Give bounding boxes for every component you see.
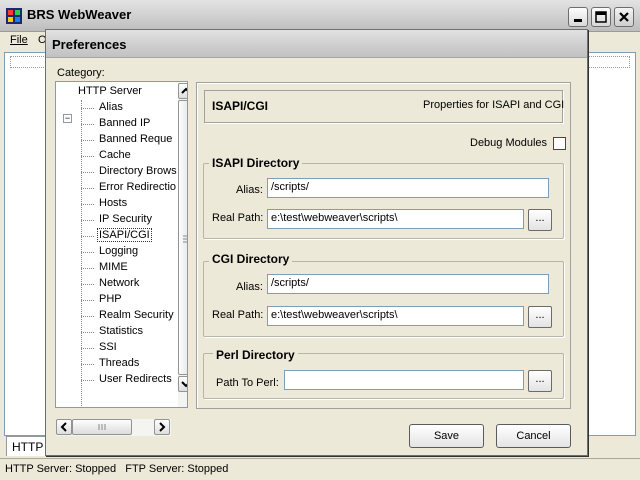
tree-item-label: PHP bbox=[99, 293, 122, 305]
tree-item-label: ISAPI/CGI bbox=[97, 228, 152, 242]
cgi-browse-button[interactable]: ... bbox=[528, 306, 552, 328]
debug-modules-checkbox[interactable] bbox=[553, 137, 566, 150]
tree-connector bbox=[81, 284, 94, 285]
tree-item-label: Realm Security bbox=[99, 309, 174, 321]
tree-connector bbox=[81, 364, 94, 365]
tree-connector bbox=[81, 172, 94, 173]
tree-connector bbox=[81, 316, 94, 317]
menu-file-label: File bbox=[10, 34, 28, 46]
tree-item-label: Cache bbox=[99, 149, 131, 161]
dialog-titlebar[interactable] bbox=[46, 30, 587, 58]
perl-path-input[interactable] bbox=[284, 370, 524, 390]
minimize-icon bbox=[574, 19, 582, 22]
tree-item-label: Logging bbox=[99, 245, 139, 257]
grip-icon bbox=[183, 235, 187, 243]
category-tree[interactable]: − HTTP Server Alias Banned IP Banned Reque… bbox=[55, 81, 188, 408]
tree-connector bbox=[81, 124, 94, 125]
tree-connector bbox=[81, 252, 94, 253]
isapi-alias-input[interactable]: /scripts/ bbox=[267, 178, 549, 198]
cgi-real-path-label: Real Path: bbox=[212, 309, 264, 321]
tree-item-label: Directory Brows bbox=[99, 165, 177, 177]
perl-path-label: Path To Perl: bbox=[216, 377, 279, 389]
tree-connector bbox=[81, 268, 94, 269]
save-button[interactable]: Save bbox=[409, 424, 484, 448]
tree-connector bbox=[81, 348, 94, 349]
scroll-left-icon bbox=[60, 422, 67, 432]
isapi-real-path-input[interactable]: e:\test\webweaver\scripts\ bbox=[267, 209, 524, 229]
tree-item-label: SSI bbox=[99, 341, 117, 353]
tree-connector bbox=[81, 156, 94, 157]
cgi-directory-title: CGI Directory bbox=[209, 252, 293, 266]
debug-modules-label: Debug Modules bbox=[470, 137, 548, 149]
isapi-directory-title: ISAPI Directory bbox=[209, 156, 303, 170]
scroll-left-button[interactable] bbox=[56, 419, 72, 435]
grip-icon bbox=[98, 424, 106, 430]
tree-item-label: Threads bbox=[99, 357, 140, 369]
tree-item-label: Alias bbox=[99, 101, 123, 113]
tree-connector bbox=[81, 300, 94, 301]
tree-connector bbox=[81, 220, 94, 221]
main-tab-http[interactable]: HTTP bbox=[6, 436, 48, 456]
scroll-right-button[interactable] bbox=[154, 419, 170, 435]
tree-item-label: MIME bbox=[99, 261, 128, 273]
status-bar: HTTP Server: Stopped FTP Server: Stopped bbox=[0, 458, 640, 480]
tree-connector bbox=[81, 140, 94, 141]
tree-connector bbox=[81, 188, 94, 189]
scroll-up-button[interactable] bbox=[178, 83, 187, 99]
tree-vertical-scrollbar[interactable] bbox=[178, 83, 187, 407]
scroll-thumb[interactable] bbox=[178, 100, 187, 375]
tree-item-label: User Redirects bbox=[99, 373, 172, 385]
tree-connector bbox=[81, 332, 94, 333]
panel-header-title: ISAPI/CGI bbox=[212, 99, 269, 113]
preferences-dialog: Preferences Category: − HTTP Server Alia… bbox=[45, 29, 588, 456]
maximize-button[interactable] bbox=[591, 7, 611, 27]
scroll-down-button[interactable] bbox=[178, 376, 187, 392]
tree-horizontal-scrollbar[interactable] bbox=[56, 419, 171, 436]
isapi-alias-label: Alias: bbox=[236, 184, 263, 196]
cgi-real-path-input[interactable]: e:\test\webweaver\scripts\ bbox=[267, 306, 524, 326]
tree-connector bbox=[81, 236, 94, 237]
tree-root-label: HTTP Server bbox=[78, 85, 142, 97]
isapi-real-path-label: Real Path: bbox=[212, 212, 264, 224]
tree-item-label: Banned IP bbox=[99, 117, 151, 129]
perl-directory-title: Perl Directory bbox=[213, 348, 298, 362]
scroll-up-icon bbox=[181, 87, 187, 94]
menu-file[interactable]: File bbox=[10, 34, 28, 46]
cgi-alias-label: Alias: bbox=[236, 281, 263, 293]
perl-browse-button[interactable]: ... bbox=[528, 370, 552, 392]
tree-item-label: Banned Reque bbox=[99, 133, 173, 145]
scroll-down-icon bbox=[181, 381, 187, 388]
tree-connector bbox=[81, 204, 94, 205]
tree-connector bbox=[81, 380, 94, 381]
dialog-title: Preferences bbox=[52, 37, 127, 52]
tree-item-label: Network bbox=[99, 277, 140, 289]
close-icon bbox=[619, 12, 629, 22]
cancel-button[interactable]: Cancel bbox=[496, 424, 571, 448]
cgi-alias-input[interactable]: /scripts/ bbox=[267, 274, 549, 294]
tree-item-label: Statistics bbox=[99, 325, 144, 337]
category-label: Category: bbox=[57, 67, 105, 79]
close-button[interactable] bbox=[614, 7, 634, 27]
isapi-browse-button[interactable]: ... bbox=[528, 209, 552, 231]
tree-collapse-icon[interactable]: − bbox=[63, 114, 72, 123]
app-title: BRS WebWeaver bbox=[27, 7, 132, 22]
panel-header-description: Properties for ISAPI and CGI bbox=[423, 99, 565, 111]
app-icon bbox=[6, 8, 22, 24]
tree-item-label: Hosts bbox=[99, 197, 128, 209]
scroll-right-icon bbox=[159, 422, 166, 432]
tree-connector-line bbox=[81, 100, 82, 407]
minimize-button[interactable] bbox=[568, 7, 588, 27]
maximize-icon bbox=[595, 11, 607, 23]
tree-item-label: IP Security bbox=[99, 213, 152, 225]
horizontal-scroll-thumb[interactable] bbox=[72, 419, 132, 435]
tree-connector bbox=[81, 108, 94, 109]
tree-item-label: Error Redirectio bbox=[99, 181, 177, 193]
